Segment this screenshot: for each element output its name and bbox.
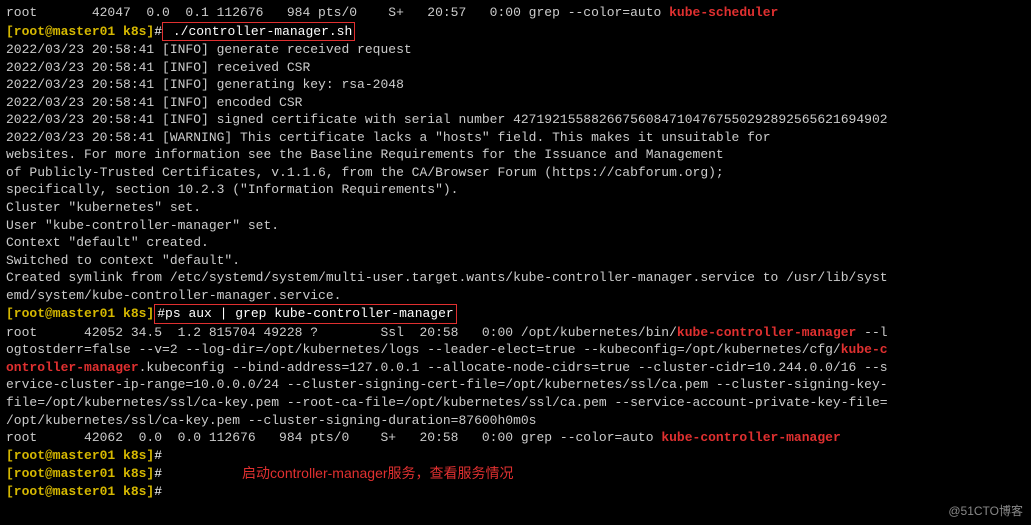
log-line: Switched to context "default". bbox=[6, 252, 1025, 270]
log-line: 2022/03/23 20:58:41 [INFO] encoded CSR bbox=[6, 94, 1025, 112]
prompt-user-host: [root@master01 k8s] bbox=[6, 23, 154, 41]
command-text: ./controller-manager.sh bbox=[165, 24, 352, 39]
log-line: User "kube-controller-manager" set. bbox=[6, 217, 1025, 235]
log-line: 2022/03/23 20:58:41 [INFO] generating ke… bbox=[6, 76, 1025, 94]
prompt-empty-3[interactable]: [root@master01 k8s]# bbox=[6, 483, 1025, 501]
ps-output-2: root 42062 0.0 0.0 112676 984 pts/0 S+ 2… bbox=[6, 429, 1025, 447]
prompt-line-2[interactable]: [root@master01 k8s]#ps aux | grep kube-c… bbox=[6, 304, 1025, 324]
log-line: Context "default" created. bbox=[6, 234, 1025, 252]
prompt-user-host: [root@master01 k8s] bbox=[6, 305, 154, 323]
log-line: 2022/03/23 20:58:41 [INFO] signed certif… bbox=[6, 111, 1025, 129]
log-line: 2022/03/23 20:58:41 [INFO] generate rece… bbox=[6, 41, 1025, 59]
ps-output-1: root 42052 34.5 1.2 815704 49228 ? Ssl 2… bbox=[6, 324, 1025, 429]
log-line: Created symlink from /etc/systemd/system… bbox=[6, 269, 1025, 287]
prompt-hash: # bbox=[154, 23, 162, 41]
log-line: 2022/03/23 20:58:41 [WARNING] This certi… bbox=[6, 129, 1025, 147]
command-highlight-2: #ps aux | grep kube-controller-manager bbox=[154, 304, 456, 324]
log-line: websites. For more information see the B… bbox=[6, 146, 1025, 164]
log-line: emd/system/kube-controller-manager.servi… bbox=[6, 287, 1025, 305]
prompt-line-1[interactable]: [root@master01 k8s]# ./controller-manage… bbox=[6, 22, 1025, 42]
command-text: ps aux | grep kube-controller-manager bbox=[165, 306, 454, 321]
log-line: of Publicly-Trusted Certificates, v.1.1.… bbox=[6, 164, 1025, 182]
prompt-empty-2[interactable]: [root@master01 k8s]#启动controller-manager… bbox=[6, 464, 1025, 483]
watermark: @51CTO博客 bbox=[948, 503, 1023, 519]
prompt-hash: # bbox=[157, 306, 165, 321]
log-line: specifically, section 10.2.3 ("Informati… bbox=[6, 181, 1025, 199]
prompt-empty-1[interactable]: [root@master01 k8s]# bbox=[6, 447, 1025, 465]
command-highlight-1: ./controller-manager.sh bbox=[162, 22, 355, 42]
log-line: Cluster "kubernetes" set. bbox=[6, 199, 1025, 217]
log-line: 2022/03/23 20:58:41 [INFO] received CSR bbox=[6, 59, 1025, 77]
terminal-output: root 42047 0.0 0.1 112676 984 pts/0 S+ 2… bbox=[6, 4, 1025, 501]
annotation-text: 启动controller-manager服务，查看服务情况 bbox=[242, 464, 514, 483]
partial-top-line: root 42047 0.0 0.1 112676 984 pts/0 S+ 2… bbox=[6, 4, 1025, 22]
